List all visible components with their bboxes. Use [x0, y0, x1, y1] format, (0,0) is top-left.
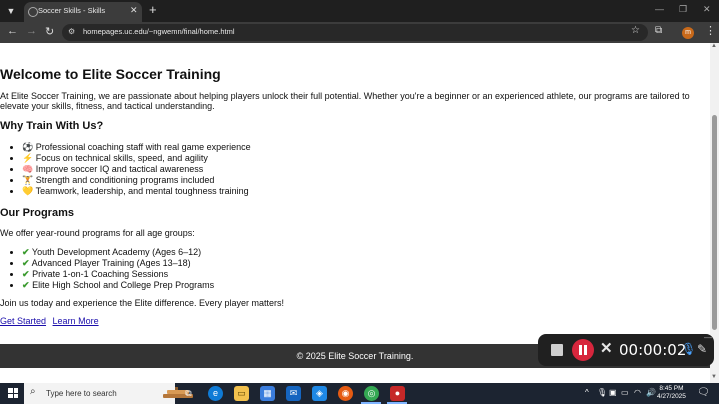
close-tab-icon[interactable]: ✕: [130, 5, 138, 16]
tray-chevron-icon[interactable]: ^: [585, 388, 589, 397]
tab-search-icon[interactable]: ▼: [3, 3, 19, 19]
reload-icon[interactable]: ↻: [45, 25, 54, 38]
bookmark-star-icon[interactable]: ☆: [631, 25, 640, 36]
search-placeholder: Type here to search: [46, 389, 117, 398]
mail-icon[interactable]: ✉: [286, 386, 301, 401]
chrome-icon[interactable]: ◎: [364, 386, 379, 401]
firefox-icon[interactable]: ◉: [338, 386, 353, 401]
list-item: 💛 Teamwork, leadership, and mental tough…: [22, 186, 251, 197]
taskbar: ⌕ Type here to search ⧉ e ▭ ▦ ✉ ◈ ◉ ◎ ● …: [0, 383, 719, 404]
minimize-recorder-icon[interactable]: —: [704, 333, 712, 342]
minimize-icon[interactable]: —: [655, 4, 664, 14]
recording-timer: 00:00:02: [619, 341, 687, 359]
edge-icon[interactable]: e: [208, 386, 223, 401]
scroll-thumb[interactable]: [712, 115, 717, 330]
search-icon: ⌕: [30, 386, 36, 397]
soccer-ball-icon: ⚽: [22, 142, 34, 152]
microphone-icon[interactable]: 🎙: [681, 342, 696, 356]
url-text[interactable]: homepages.uc.edu/~ngwemn/final/home.html: [83, 27, 235, 36]
restore-icon[interactable]: ❐: [679, 4, 687, 15]
list-item: 🧠 Improve soccer IQ and tactical awarene…: [22, 164, 251, 175]
taskbar-clock[interactable]: 8:45 PM 4/27/2025: [657, 385, 686, 401]
programs-intro: We offer year-round programs for all age…: [0, 228, 195, 238]
list-item: ⚡ Focus on technical skills, speed, and …: [22, 153, 251, 164]
intro-paragraph: At Elite Soccer Training, we are passion…: [0, 91, 690, 111]
why-list: ⚽ Professional coaching staff with real …: [22, 142, 251, 197]
lightning-icon: ⚡: [22, 153, 34, 163]
list-item: ✔ Advanced Player Training (Ages 13–18): [22, 258, 214, 269]
closing-paragraph: Join us today and experience the Elite d…: [0, 298, 284, 308]
pen-icon[interactable]: ✎: [697, 342, 707, 356]
profile-avatar[interactable]: m: [682, 27, 694, 39]
get-started-link[interactable]: Get Started: [0, 316, 46, 326]
close-window-icon[interactable]: ✕: [703, 4, 711, 15]
why-heading: Why Train With Us?: [0, 120, 104, 132]
pause-recording-button[interactable]: [572, 339, 594, 361]
screen-recorder-bar: — ✕ 00:00:02 🎙 ✎: [538, 333, 714, 366]
file-explorer-icon[interactable]: ▭: [234, 386, 249, 401]
wifi-icon[interactable]: ◠: [634, 388, 641, 397]
list-item: ✔ Youth Development Academy (Ages 6–12): [22, 247, 214, 258]
windows-start-icon[interactable]: [8, 388, 18, 398]
scroll-up-icon[interactable]: ▲: [711, 43, 717, 49]
check-icon: ✔: [22, 280, 30, 290]
page-scrollbar[interactable]: ▲ ▼: [710, 43, 719, 383]
tray-app-icon[interactable]: ▣: [609, 388, 617, 397]
programs-heading: Our Programs: [0, 207, 74, 219]
programs-list: ✔ Youth Development Academy (Ages 6–12) …: [22, 247, 214, 291]
cta-links: Get Started Learn More: [0, 316, 103, 326]
list-item: ✔ Elite High School and College Prep Pro…: [22, 280, 214, 291]
cancel-recording-icon[interactable]: ✕: [600, 339, 613, 357]
page-title: Welcome to Elite Soccer Training: [0, 66, 221, 82]
tray-mic-icon[interactable]: 🎙: [597, 388, 607, 397]
address-bar[interactable]: ⚙ homepages.uc.edu/~ngwemn/final/home.ht…: [62, 24, 648, 41]
tab-soccer-skills[interactable]: Soccer Skills - Skills ✕: [24, 2, 142, 22]
scroll-down-icon[interactable]: ▼: [711, 374, 717, 380]
taskbar-search-box[interactable]: ⌕ Type here to search: [24, 383, 193, 404]
heart-icon: 💛: [22, 186, 34, 196]
weightlifter-icon: 🏋: [22, 175, 34, 185]
browser-toolbar: ← → ↻ ⚙ homepages.uc.edu/~ngwemn/final/h…: [0, 22, 719, 43]
notifications-icon[interactable]: 🗨: [697, 387, 710, 398]
list-item: ✔ Private 1-on-1 Coaching Sessions: [22, 269, 214, 280]
learn-more-link[interactable]: Learn More: [53, 316, 99, 326]
page-viewport: Welcome to Elite Soccer Training At Elit…: [0, 43, 710, 383]
globe-icon: [28, 7, 38, 17]
back-icon[interactable]: ←: [7, 25, 18, 37]
volume-icon[interactable]: 🔊: [646, 388, 656, 397]
app-icon[interactable]: ◈: [312, 386, 327, 401]
recorder-app-icon[interactable]: ●: [390, 386, 405, 401]
battery-icon[interactable]: ▭: [621, 388, 629, 397]
list-item: 🏋 Strength and conditioning programs inc…: [22, 175, 251, 186]
stop-recording-button[interactable]: [551, 344, 563, 356]
check-icon: ✔: [22, 269, 30, 279]
check-icon: ✔: [22, 247, 30, 257]
brain-icon: 🧠: [22, 164, 34, 174]
store-icon[interactable]: ▦: [260, 386, 275, 401]
new-tab-icon[interactable]: +: [149, 2, 157, 18]
browser-menu-icon[interactable]: ⋮: [705, 24, 716, 37]
forward-icon[interactable]: →: [26, 25, 37, 37]
clock-time: 8:45 PM: [659, 385, 684, 392]
task-view-icon[interactable]: ⧉: [181, 386, 196, 401]
clock-date: 4/27/2025: [657, 393, 686, 400]
tab-strip: ▼ Soccer Skills - Skills ✕ + — ❐ ✕: [0, 0, 719, 22]
site-info-icon[interactable]: ⚙: [68, 27, 75, 36]
check-icon: ✔: [22, 258, 30, 268]
extensions-icon[interactable]: ⧉: [655, 25, 662, 36]
list-item: ⚽ Professional coaching staff with real …: [22, 142, 251, 153]
tab-title: Soccer Skills - Skills: [38, 6, 106, 15]
